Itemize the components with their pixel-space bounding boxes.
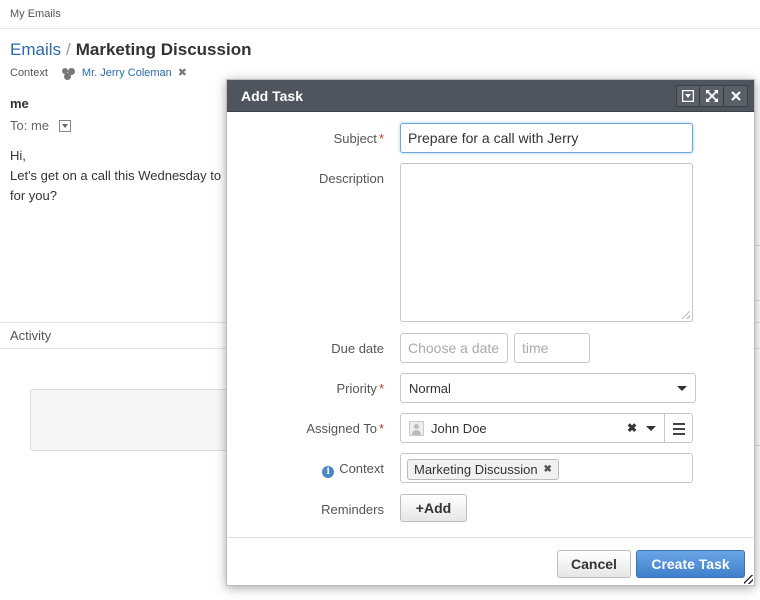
- remove-context-icon[interactable]: ✖: [178, 66, 187, 79]
- subject-label-text: Subject: [333, 131, 377, 146]
- context-label: Context: [10, 66, 48, 79]
- add-task-dialog: Add Task Subject * Prepare for a call wit…: [226, 79, 755, 586]
- required-mark: *: [378, 421, 384, 436]
- dialog-window-controls: [676, 85, 748, 107]
- required-mark: *: [378, 381, 384, 396]
- expand-icon: [705, 90, 718, 102]
- dialog-title: Add Task: [241, 88, 303, 104]
- context-multiselect[interactable]: Marketing Discussion ✖: [400, 453, 693, 483]
- context-field-label: i Context: [322, 461, 384, 478]
- hamburger-icon-bar: [673, 428, 685, 430]
- context-person-link[interactable]: Mr. Jerry Coleman: [82, 67, 172, 79]
- due-time-placeholder: time: [522, 340, 549, 356]
- dialog-header[interactable]: Add Task: [227, 80, 754, 112]
- due-date-placeholder: Choose a date: [408, 340, 500, 356]
- description-label: Description: [318, 171, 384, 186]
- user-avatar-icon: [409, 421, 424, 436]
- activity-label: Activity: [10, 328, 52, 343]
- dialog-footer: Cancel Create Task: [227, 537, 754, 585]
- required-mark: *: [378, 131, 384, 146]
- reminders-label: Reminders: [321, 502, 384, 517]
- priority-select[interactable]: Normal: [400, 373, 696, 403]
- subject-label: Subject *: [334, 131, 384, 146]
- create-task-button[interactable]: Create Task: [636, 550, 745, 578]
- email-body: Hi, Let's get on a call this Wednesday t…: [10, 146, 240, 206]
- assigned-user-value: John Doe: [431, 421, 487, 436]
- due-time-input[interactable]: time: [514, 333, 590, 363]
- minimize-icon: [682, 90, 694, 102]
- email-body-line: Let's get on a call this Wednesday to: [10, 168, 222, 183]
- people-icon: [61, 67, 76, 78]
- info-icon[interactable]: i: [322, 466, 335, 478]
- priority-label: Priority *: [336, 381, 384, 396]
- cancel-button[interactable]: Cancel: [557, 550, 631, 578]
- resize-grip-icon[interactable]: [682, 311, 690, 319]
- breadcrumb: Emails / Marketing Discussion: [10, 40, 251, 60]
- breadcrumb-separator: /: [66, 40, 71, 59]
- minimize-button[interactable]: [676, 85, 700, 107]
- priority-label-text: Priority: [336, 381, 377, 396]
- context-tag: Marketing Discussion ✖: [407, 459, 559, 480]
- close-icon: [730, 91, 741, 101]
- recipients-dropdown-icon[interactable]: [59, 119, 72, 132]
- add-reminder-button[interactable]: +Add: [400, 494, 467, 522]
- activity-placeholder-box: [30, 389, 250, 451]
- remove-tag-icon[interactable]: ✖: [544, 464, 552, 475]
- assigned-to-label: Assigned To *: [306, 421, 384, 436]
- due-date-label: Due date: [331, 341, 384, 356]
- due-date-input[interactable]: Choose a date: [400, 333, 508, 363]
- context-tag-label: Marketing Discussion: [414, 462, 538, 477]
- dialog-resize-grip-icon[interactable]: [744, 575, 753, 584]
- description-textarea[interactable]: [400, 163, 693, 322]
- subject-input-value: Prepare for a call with Jerry: [408, 130, 579, 146]
- my-emails-link[interactable]: My Emails: [10, 8, 61, 20]
- assignee-menu-button[interactable]: [664, 413, 693, 443]
- dialog-body: Subject * Prepare for a call with Jerry D…: [227, 112, 754, 537]
- email-recipients: To: me: [10, 118, 72, 133]
- email-body-line: Hi,: [10, 148, 26, 163]
- assigned-to-label-text: Assigned To: [306, 421, 377, 436]
- chevron-down-icon: [646, 426, 656, 431]
- top-bar: My Emails: [0, 0, 760, 29]
- hamburger-icon-bar: [673, 423, 685, 425]
- page-title: Marketing Discussion: [75, 40, 252, 59]
- context-field-label-text: Context: [339, 461, 384, 476]
- assigned-to-select[interactable]: John Doe ✖: [400, 413, 665, 443]
- hamburger-icon-bar: [673, 433, 685, 435]
- priority-selected-value: Normal: [409, 381, 451, 396]
- chevron-down-icon: [677, 386, 687, 391]
- breadcrumb-emails-link[interactable]: Emails: [10, 40, 61, 59]
- email-to-label: To: me: [10, 118, 50, 133]
- context-row: Context Mr. Jerry Coleman ✖: [10, 66, 187, 80]
- close-button[interactable]: [724, 85, 748, 107]
- email-body-line: for you?: [10, 188, 57, 203]
- clear-selection-icon[interactable]: ✖: [627, 421, 637, 435]
- maximize-button[interactable]: [700, 85, 724, 107]
- subject-input[interactable]: Prepare for a call with Jerry: [400, 123, 693, 153]
- email-sender: me: [10, 96, 29, 111]
